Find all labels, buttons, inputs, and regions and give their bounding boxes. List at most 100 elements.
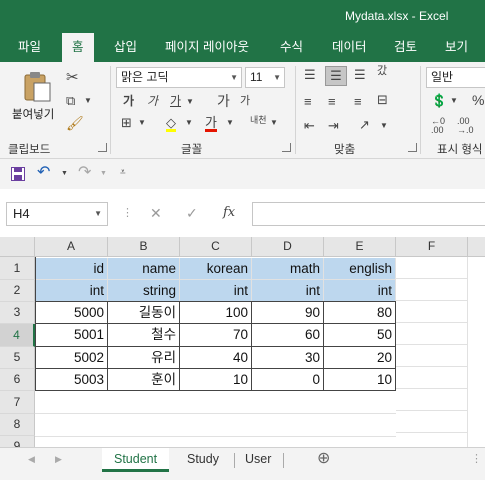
font-launcher-icon[interactable] [282, 143, 291, 152]
row-header-7[interactable]: 7 [0, 391, 35, 414]
sheet-tab-student[interactable]: Student [102, 448, 170, 472]
alignment-launcher-icon[interactable] [408, 143, 417, 152]
cell-a5[interactable]: 5002 [35, 347, 108, 369]
cell-a3[interactable]: 5000 [35, 302, 108, 324]
decrease-decimal-icon[interactable]: .00 →.0 [457, 117, 474, 135]
tab-page-layout[interactable]: 페이지 레이아웃 [165, 33, 249, 62]
scroll-right-icon[interactable]: ▶ [55, 455, 62, 464]
more-sheets-icon[interactable]: ⋮ [471, 454, 482, 465]
formula-input[interactable] [252, 202, 485, 226]
column-header-a[interactable]: A [35, 237, 108, 257]
cell-c6[interactable]: 10 [180, 369, 252, 391]
font-size-select[interactable]: 11 ▼ [245, 67, 285, 88]
bold-button[interactable]: 가 [123, 95, 134, 107]
accounting-dropdown-icon[interactable]: ▼ [450, 97, 458, 105]
tab-home[interactable]: 홈 [62, 33, 94, 62]
name-box[interactable]: H4 ▼ [6, 202, 108, 226]
customize-qat-icon[interactable]: ⩡ [120, 168, 126, 178]
number-format-select[interactable]: 일반 [426, 67, 485, 88]
cell-a4[interactable]: 5001 [35, 324, 108, 347]
phonetic-button[interactable]: 내천 [250, 116, 267, 125]
merge-center-icon[interactable]: ⊟ [377, 93, 388, 106]
row-header-9[interactable]: 9 [0, 436, 35, 447]
undo-icon[interactable]: ↶ [37, 165, 50, 181]
align-center-icon[interactable]: ≡ [328, 95, 336, 108]
row-header-2[interactable]: 2 [0, 280, 35, 302]
phonetic-dropdown-icon[interactable]: ▼ [270, 119, 278, 127]
redo-dropdown-icon[interactable]: ▼ [100, 170, 107, 177]
column-header-b[interactable]: B [108, 237, 180, 257]
increase-indent-icon[interactable]: ⇥ [328, 119, 339, 132]
align-left-icon[interactable]: ≡ [304, 95, 312, 108]
sheet-tab-study[interactable]: Study [175, 448, 231, 472]
cell-d5[interactable]: 30 [252, 347, 324, 369]
fill-color-icon[interactable]: ◇ [166, 116, 176, 132]
copy-icon[interactable]: ⧉ [66, 94, 75, 107]
cell-d3[interactable]: 90 [252, 302, 324, 324]
row-header-5[interactable]: 5 [0, 347, 35, 369]
worksheet-grid[interactable]: A B C D E F 1 2 3 4 5 6 7 8 9 id name ko… [0, 237, 485, 447]
border-icon[interactable]: ⊞ [121, 116, 132, 129]
tab-insert[interactable]: 삽입 [114, 33, 137, 62]
empty-rows[interactable] [35, 391, 396, 447]
grow-font-button[interactable]: 가 [217, 94, 230, 108]
cell-a6[interactable]: 5003 [35, 369, 108, 391]
underline-button[interactable]: 가 [170, 95, 181, 107]
cell-b5[interactable]: 유리 [108, 347, 180, 369]
font-color-dropdown-icon[interactable]: ▼ [226, 119, 234, 127]
align-top-icon[interactable]: ☰ [304, 68, 316, 81]
fill-dropdown-icon[interactable]: ▼ [185, 119, 193, 127]
cell-e6[interactable]: 10 [324, 369, 396, 391]
column-header-d[interactable]: D [252, 237, 324, 257]
tab-view[interactable]: 보기 [445, 33, 468, 62]
accounting-format-icon[interactable]: 💲 [431, 94, 447, 107]
font-color-button[interactable]: 가 [205, 116, 217, 132]
save-icon[interactable] [11, 167, 25, 181]
align-bottom-icon[interactable]: ☰ [354, 68, 366, 81]
font-name-select[interactable]: 맑은 고딕 ▼ [116, 67, 242, 88]
cell-d2[interactable]: int [252, 280, 324, 302]
tab-formulas[interactable]: 수식 [280, 33, 303, 62]
row-header-1[interactable]: 1 [0, 257, 35, 280]
cell-b4[interactable]: 철수 [108, 324, 180, 347]
cell-d4[interactable]: 60 [252, 324, 324, 347]
align-middle-icon[interactable]: ☰ [325, 66, 347, 86]
cell-e4[interactable]: 50 [324, 324, 396, 347]
paste-button[interactable]: 붙여넣기 [10, 68, 62, 128]
tab-file[interactable]: 파일 [18, 33, 41, 62]
cell-a2[interactable]: int [35, 280, 108, 302]
decrease-indent-icon[interactable]: ⇤ [304, 119, 315, 132]
cell-e5[interactable]: 20 [324, 347, 396, 369]
column-header-e[interactable]: E [324, 237, 396, 257]
insert-function-button[interactable]: fx [223, 206, 235, 219]
border-dropdown-icon[interactable]: ▼ [138, 119, 146, 127]
cell-b3[interactable]: 길동이 [108, 302, 180, 324]
cell-e3[interactable]: 80 [324, 302, 396, 324]
row-header-4[interactable]: 4 [0, 324, 35, 347]
cell-c1[interactable]: korean [180, 258, 252, 280]
cell-e2[interactable]: int [324, 280, 396, 302]
redo-icon[interactable]: ↷ [78, 165, 91, 181]
cancel-entry-icon[interactable]: ✕ [150, 206, 162, 220]
cell-d1[interactable]: math [252, 258, 324, 280]
cell-b1[interactable]: name [108, 258, 180, 280]
confirm-entry-icon[interactable]: ✓ [186, 206, 198, 220]
align-right-icon[interactable]: ≡ [354, 95, 362, 108]
tab-review[interactable]: 검토 [394, 33, 417, 62]
select-all-button[interactable] [0, 237, 35, 257]
tab-data[interactable]: 데이터 [332, 33, 367, 62]
row-header-6[interactable]: 6 [0, 369, 35, 391]
orientation-dropdown-icon[interactable]: ▼ [380, 122, 388, 130]
cell-a1[interactable]: id [35, 258, 108, 280]
underline-dropdown-icon[interactable]: ▼ [186, 98, 194, 106]
shrink-font-button[interactable]: 가 [240, 96, 250, 107]
cell-c3[interactable]: 100 [180, 302, 252, 324]
cell-c2[interactable]: int [180, 280, 252, 302]
cell-b6[interactable]: 훈이 [108, 369, 180, 391]
clipboard-launcher-icon[interactable] [98, 143, 107, 152]
column-header-f[interactable]: F [396, 237, 468, 257]
undo-dropdown-icon[interactable]: ▼ [61, 170, 68, 177]
wrap-text-button[interactable]: 갔 [377, 66, 387, 77]
copy-dropdown-icon[interactable]: ▼ [84, 97, 92, 105]
percent-style-button[interactable]: % [472, 93, 484, 107]
